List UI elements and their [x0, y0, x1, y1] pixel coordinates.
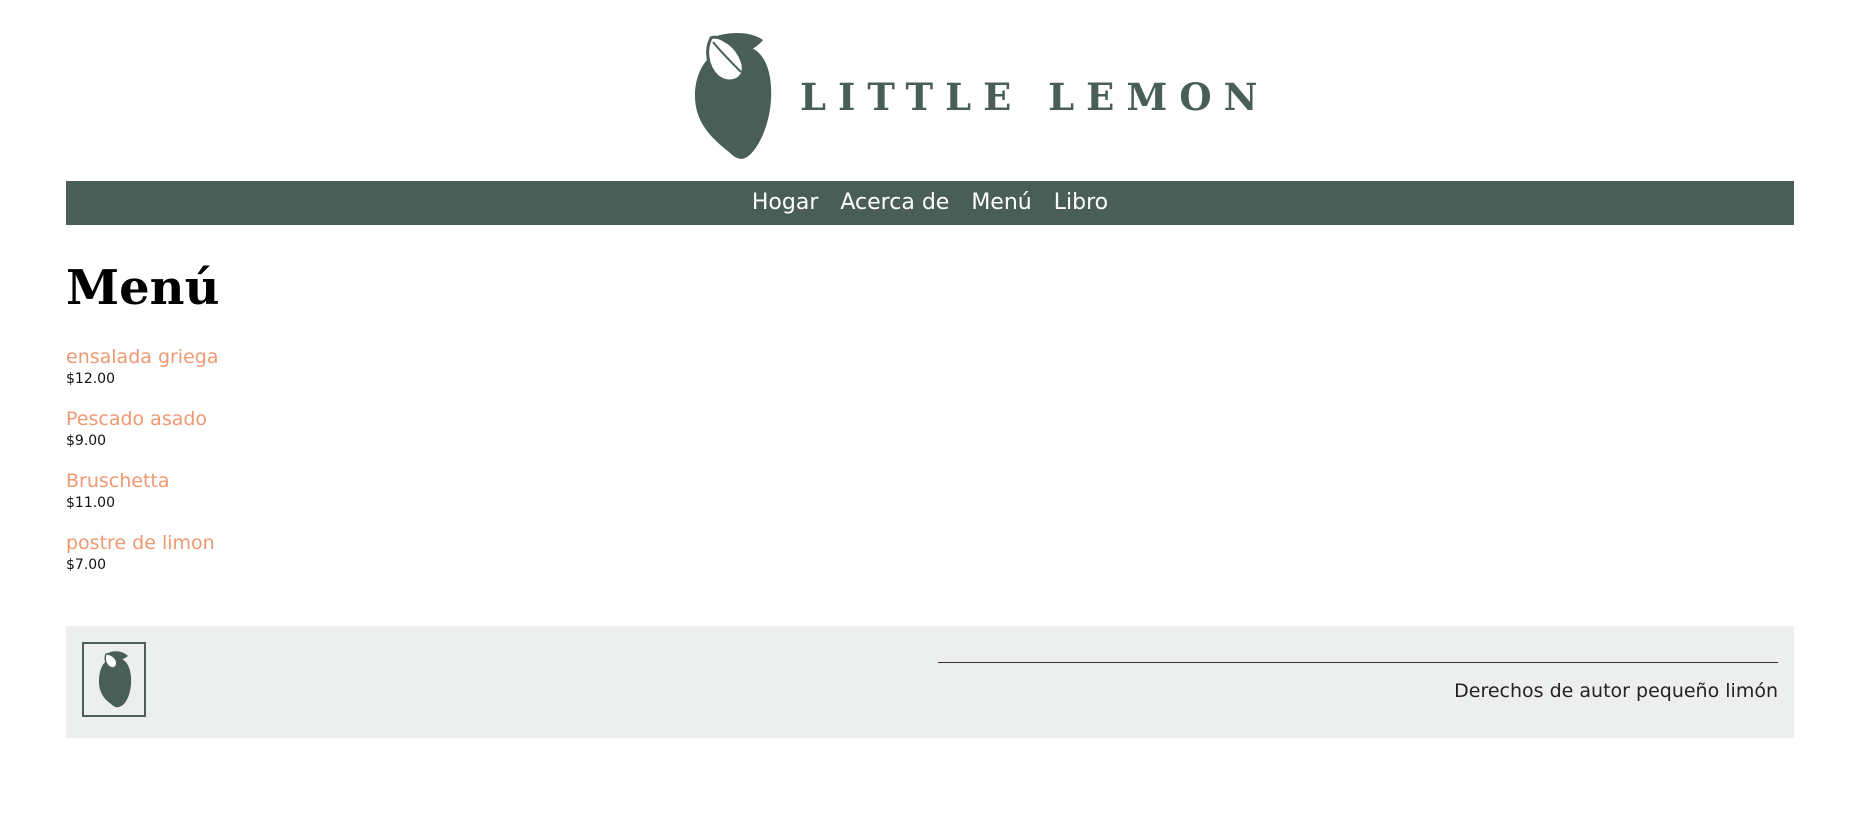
site-header: LITTLE LEMON — [0, 0, 1857, 181]
list-item: Bruschetta $11.00 — [66, 468, 466, 530]
dish-price: $12.00 — [66, 371, 115, 387]
nav-item-book[interactable]: Libro — [1054, 181, 1108, 225]
lemon-icon — [99, 651, 132, 708]
menu-list: ensalada griega $12.00 Pescado asado $9.… — [66, 344, 466, 592]
nav-item-home[interactable]: Hogar — [752, 181, 819, 225]
list-item: ensalada griega $12.00 — [66, 344, 466, 406]
dish-price: $9.00 — [66, 433, 107, 449]
lemon-logo-icon[interactable] — [691, 26, 779, 160]
dish-name[interactable]: Bruschetta — [66, 468, 466, 494]
site-footer: Derechos de autor pequeño limón — [66, 626, 1794, 738]
dish-name[interactable]: ensalada griega — [66, 344, 466, 370]
lemon-footer-logo-icon[interactable] — [82, 642, 146, 717]
brand-name: LITTLE LEMON — [800, 75, 1270, 119]
dish-price: $11.00 — [66, 495, 115, 511]
main-nav: Hogar Acerca de Menú Libro — [66, 181, 1794, 225]
nav-item-about[interactable]: Acerca de — [840, 181, 949, 225]
nav-item-menu[interactable]: Menú — [971, 181, 1031, 225]
page-title: Menú — [66, 260, 220, 316]
footer-divider — [938, 662, 1778, 663]
dish-name[interactable]: Pescado asado — [66, 406, 466, 432]
list-item: Pescado asado $9.00 — [66, 406, 466, 468]
list-item: postre de limon $7.00 — [66, 530, 466, 592]
dish-price: $7.00 — [66, 557, 107, 573]
copyright-text: Derechos de autor pequeño limón — [1454, 680, 1778, 702]
dish-name[interactable]: postre de limon — [66, 530, 466, 556]
